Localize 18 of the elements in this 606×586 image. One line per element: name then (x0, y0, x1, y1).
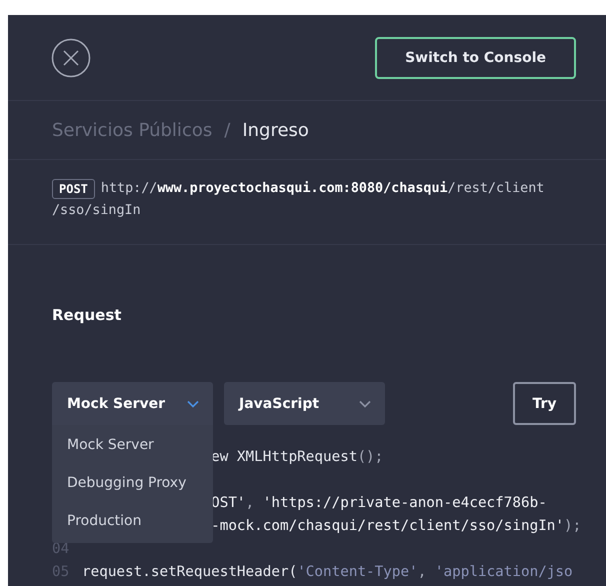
chevron-icon (359, 400, 371, 408)
endpoint-url: http://www.proyectochasqui.com:8080/chasqui/rest/client (100, 180, 544, 198)
code-line: request.setRequestHeader('Content-Type', 'application/jso (82, 563, 573, 582)
try-button[interactable]: Try (513, 382, 576, 425)
chevron-icon (187, 400, 199, 408)
breadcrumb-item: Ingreso (242, 120, 309, 140)
method-badge: POST (52, 179, 95, 199)
menu-item[interactable]: Mock Server (52, 427, 213, 465)
dropdown-select[interactable]: JavaScript (224, 382, 385, 425)
code-line: -mock.com/chasqui/rest/client/sso/singIn'); (211, 517, 582, 536)
endpoint-url: /sso/singIn (52, 202, 141, 220)
menu-item[interactable]: Production (52, 503, 213, 541)
menu-item[interactable]: Debugging Proxy (52, 465, 213, 503)
dropdown-select[interactable]: Mock Server (52, 382, 213, 425)
section-title: Request (51, 305, 122, 326)
switch-to-console-button[interactable]: Switch to Console (375, 36, 576, 78)
breadcrumb-separator: / (224, 120, 230, 140)
close-icon[interactable] (51, 38, 91, 78)
